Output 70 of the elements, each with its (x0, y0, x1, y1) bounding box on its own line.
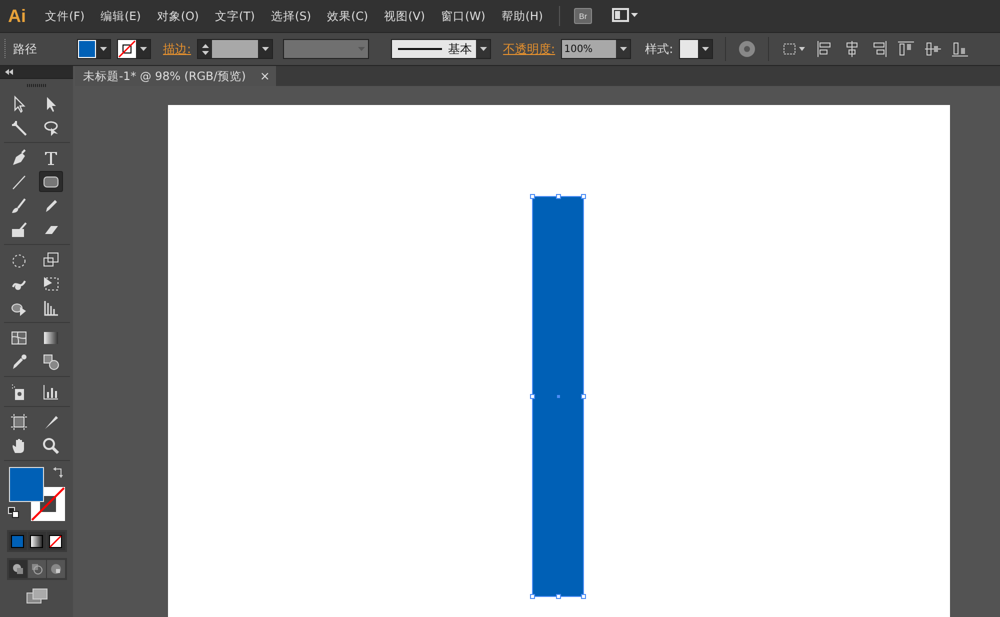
menu-item[interactable]: 选择(S) (270, 8, 312, 24)
close-tab-button[interactable]: × (260, 69, 270, 83)
tool-button[interactable] (38, 171, 62, 192)
caret-icon (262, 47, 269, 51)
paintbrush-icon (10, 196, 28, 214)
transform-reference-icon[interactable] (781, 41, 808, 57)
fill-swatch[interactable] (8, 467, 44, 502)
blend-icon (42, 352, 60, 370)
menu-item[interactable]: 视图(V) (384, 8, 426, 24)
brush-definition-dropdown[interactable]: 基本 (391, 39, 492, 59)
caret-icon (480, 47, 487, 51)
gradient-icon (30, 534, 43, 548)
bar-graph-icon (42, 382, 60, 400)
mesh-icon (10, 328, 28, 346)
scale-icon (42, 250, 60, 268)
default-colors-icon[interactable] (8, 507, 18, 518)
color-mode-button[interactable] (46, 532, 64, 550)
opacity-field[interactable]: 100% (561, 39, 632, 59)
lasso-icon (42, 118, 60, 136)
variable-width-dropdown[interactable] (283, 39, 370, 59)
fill-color-picker[interactable] (77, 39, 111, 59)
brush-name: 基本 (448, 40, 472, 58)
menu-item[interactable]: 效果(C) (327, 8, 368, 24)
object-type-label: 路径 (13, 40, 37, 58)
menu-item[interactable]: 文件(F) (45, 8, 85, 24)
swap-arrows-icon[interactable] (52, 466, 64, 478)
align-middle-icon[interactable] (924, 40, 942, 58)
magic-wand-icon (10, 118, 28, 136)
grip-icon[interactable] (4, 39, 7, 59)
stroke-weight-stepper[interactable] (197, 39, 274, 59)
magnifier-icon (42, 436, 60, 454)
solid-color-icon (11, 534, 24, 548)
stroke-label[interactable]: 描边: (163, 40, 192, 58)
caret-icon (140, 47, 146, 51)
stroke-color-picker[interactable] (117, 39, 151, 59)
screen-mode-icon[interactable] (26, 588, 48, 604)
workspace-switcher[interactable] (612, 8, 640, 24)
draw-behind-icon (30, 563, 42, 575)
up-down-arrows-icon (202, 44, 209, 54)
blob-brush-icon (10, 220, 28, 238)
color-mode-button[interactable] (28, 532, 46, 550)
align-top-icon[interactable] (897, 40, 916, 58)
document-tab[interactable]: 未标题-1* @ 98% (RGB/预览) × (75, 66, 276, 86)
grip-icon[interactable] (26, 84, 46, 87)
align-bottom-icon[interactable] (951, 40, 970, 58)
collapse-icon[interactable] (4, 69, 14, 75)
opacity-label[interactable]: 不透明度: (503, 40, 556, 58)
draw-inside-icon (50, 563, 62, 575)
graphic-style-picker[interactable] (679, 39, 714, 59)
menu-item[interactable]: 窗口(W) (441, 8, 486, 24)
menu-item[interactable]: 文字(T) (214, 8, 255, 24)
draw-mode-button[interactable] (28, 560, 46, 578)
free-transform-icon (42, 274, 60, 292)
bridge-button[interactable]: Br (574, 8, 592, 24)
none-color-icon (49, 534, 62, 548)
menu-item[interactable]: 编辑(E) (100, 8, 141, 24)
draw-normal-icon (12, 563, 24, 575)
draw-mode-button[interactable] (8, 560, 26, 578)
menu-item[interactable]: 对象(O) (156, 8, 199, 24)
caret-icon (702, 47, 709, 51)
perspective-grid-icon (42, 298, 60, 316)
color-mode-button[interactable] (8, 532, 26, 550)
caret-icon (100, 47, 106, 51)
caret-icon (620, 47, 627, 51)
recolor-icon[interactable] (738, 40, 756, 58)
artboard-icon (10, 412, 28, 430)
draw-mode-button[interactable] (46, 560, 64, 578)
style-label: 样式: (645, 40, 674, 58)
menu-item[interactable]: 帮助(H) (501, 8, 543, 24)
app-logo: Ai (8, 6, 26, 26)
